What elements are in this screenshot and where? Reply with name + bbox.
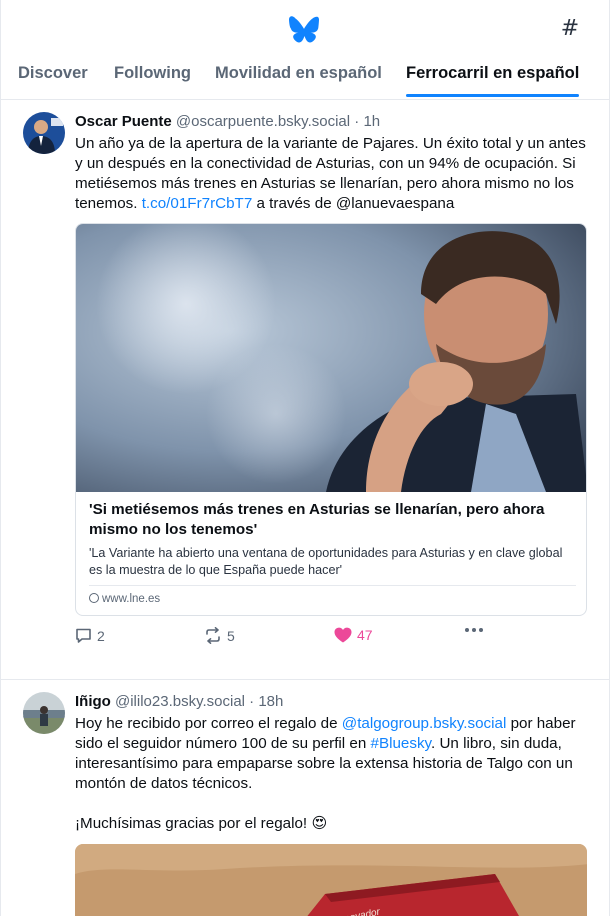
avatar[interactable]	[23, 692, 65, 734]
reply-icon	[76, 628, 91, 643]
card-photo	[76, 224, 586, 492]
top-bar: #	[1, 0, 609, 58]
post-text: Un año ya de la apertura de la variante …	[75, 134, 587, 214]
hashtag-link[interactable]: #Bluesky	[371, 735, 432, 752]
author-name[interactable]: Oscar Puente	[75, 113, 172, 130]
author-name[interactable]: Iñigo	[75, 693, 111, 710]
post-text: ¡Muchísimas gracias por el regalo! 😍	[75, 815, 328, 832]
tab-following[interactable]: Following	[114, 64, 191, 83]
post[interactable]: Oscar Puente @oscarpuente.bsky.social · …	[1, 100, 609, 680]
avatar-image	[23, 692, 65, 734]
separator-dot: ·	[245, 693, 259, 710]
link-card-domain: www.lne.es	[89, 593, 573, 605]
post-time[interactable]: 18h	[258, 693, 283, 710]
link-card-description: 'La Variante ha abierto una ventana de o…	[89, 546, 563, 577]
author-handle[interactable]: @ililo23.bsky.social	[115, 693, 245, 710]
globe-icon	[89, 593, 99, 603]
post-text: Hoy he recibido por correo el regalo de …	[75, 714, 587, 794]
mention-link[interactable]: @talgogroup.bsky.social	[342, 715, 507, 732]
more-options-button[interactable]	[464, 627, 484, 633]
app-page: # Discover Following Movilidad en españo…	[0, 0, 610, 916]
link-card[interactable]: 'Si metiésemos más trenes en Asturias se…	[75, 223, 587, 616]
tab-ferrocarril[interactable]: Ferrocarril en español	[406, 64, 580, 97]
post-meta: Iñigo @ililo23.bsky.social · 18h	[75, 680, 587, 712]
heart-filled-icon	[334, 627, 352, 643]
avatar[interactable]	[23, 112, 65, 154]
tab-label: Discover	[18, 64, 88, 82]
repost-count: 5	[227, 627, 235, 644]
post-time[interactable]: 1h	[363, 113, 380, 130]
divider	[89, 585, 576, 586]
post-link[interactable]: t.co/01Fr7rCbT7	[142, 195, 253, 212]
post[interactable]: Iñigo @ililo23.bsky.social · 18h Hoy he …	[1, 680, 609, 916]
separator-dot: ·	[350, 113, 364, 130]
post-image[interactable]: novador innovation	[75, 844, 587, 916]
post-meta: Oscar Puente @oscarpuente.bsky.social · …	[75, 100, 587, 132]
repost-icon	[206, 627, 220, 644]
feeds-hash-icon[interactable]: #	[559, 16, 581, 42]
tab-discover[interactable]: Discover	[18, 64, 88, 83]
reply-count: 2	[97, 627, 105, 644]
like-count: 47	[357, 627, 373, 643]
repost-button[interactable]: 5	[204, 627, 235, 644]
active-tab-indicator	[406, 94, 580, 97]
book-photo: novador innovation	[75, 844, 587, 916]
domain-text: www.lne.es	[102, 593, 161, 605]
tab-label: Ferrocarril en español	[406, 64, 580, 82]
link-card-title: 'Si metiésemos más trenes en Asturias se…	[89, 501, 545, 538]
reply-button[interactable]: 2	[75, 627, 105, 644]
link-card-image	[76, 224, 586, 492]
post-text-part: a través de @lanuevaespana	[252, 195, 455, 212]
tab-label: Movilidad en español	[215, 64, 382, 82]
tab-movilidad[interactable]: Movilidad en español	[215, 64, 382, 83]
more-dots-icon	[465, 628, 483, 632]
post-text-part: Hoy he recibido por correo el regalo de	[75, 715, 342, 732]
feed-tabs: Discover Following Movilidad en español …	[1, 58, 609, 100]
avatar-image	[23, 112, 65, 154]
like-button[interactable]: 47	[334, 627, 373, 643]
post-actions: 2 5 47	[75, 616, 587, 656]
butterfly-logo-icon[interactable]	[289, 16, 319, 44]
author-handle[interactable]: @oscarpuente.bsky.social	[176, 113, 350, 130]
tab-label: Following	[114, 64, 191, 82]
